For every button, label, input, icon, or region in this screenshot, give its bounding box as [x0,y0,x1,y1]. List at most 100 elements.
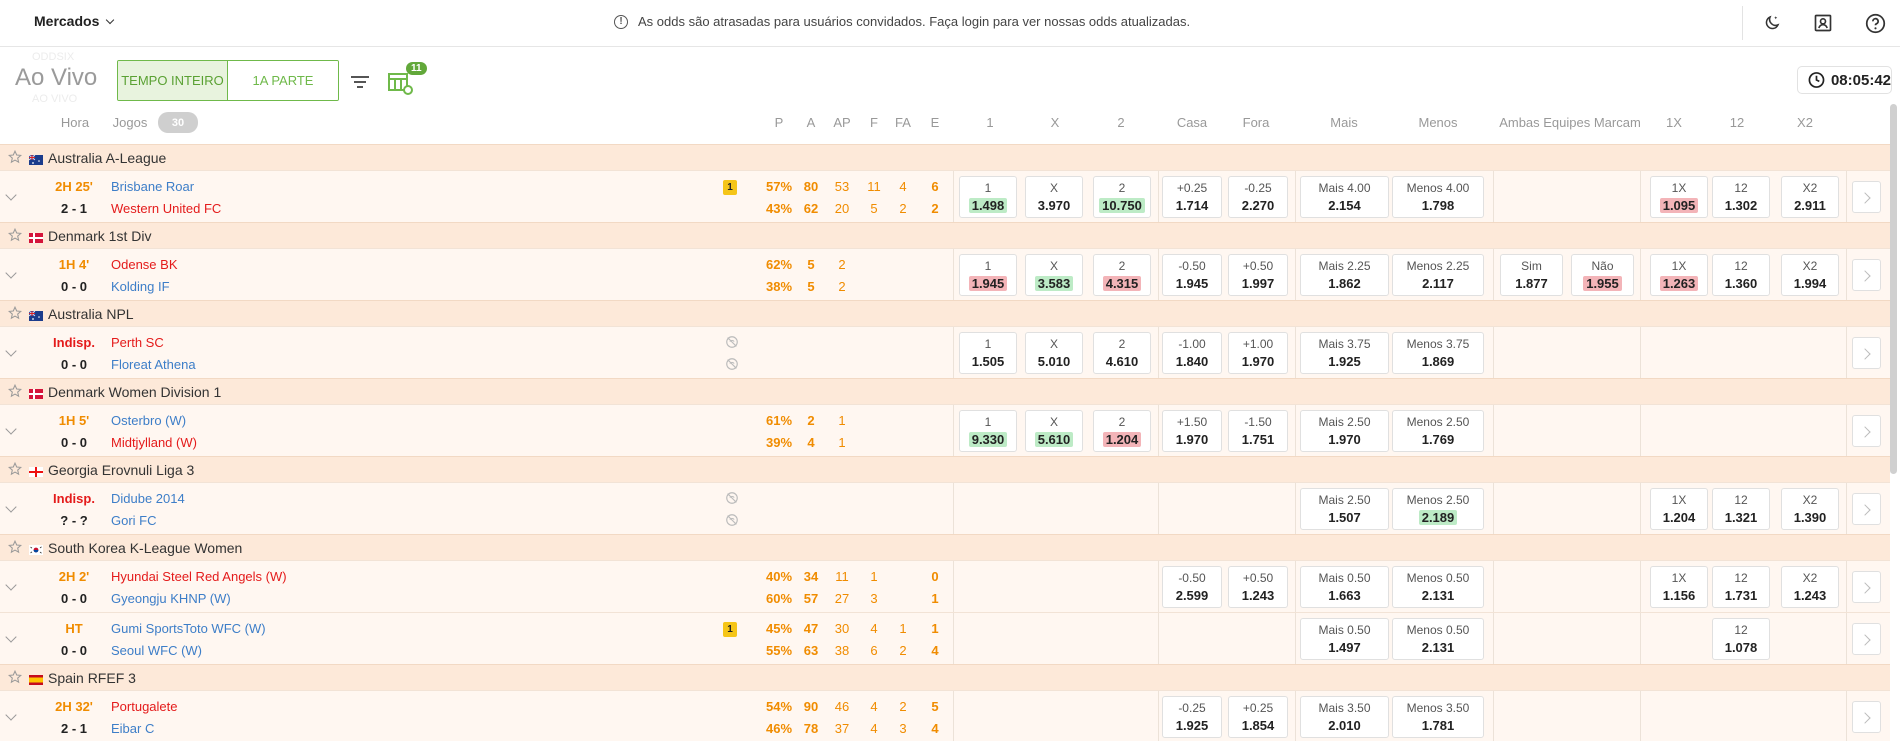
col-stat-fa[interactable]: FA [887,115,919,130]
odds-button-1x2[interactable]: 1 1.505 [959,332,1017,374]
odds-button-ou[interactable]: Mais 0.50 1.663 [1300,566,1389,608]
odds-button-dc[interactable]: 1X 1.204 [1650,488,1708,530]
away-team[interactable]: Western United FC [111,201,221,216]
odds-button-1x2[interactable]: 2 4.610 [1093,332,1151,374]
away-team[interactable]: Gori FC [111,513,157,528]
odds-button-1x2[interactable]: 2 10.750 [1093,176,1151,218]
expand-chevron-icon[interactable] [5,711,19,723]
full-time-tab[interactable]: TEMPO INTEIRO [118,61,228,100]
col-stat-ap[interactable]: AP [826,115,858,130]
col-jogos[interactable]: Jogos [110,115,150,130]
odds-button-dc[interactable]: 1X 1.095 [1650,176,1708,218]
odds-button-dc[interactable]: 1X 1.156 [1650,566,1708,608]
expand-chevron-icon[interactable] [5,581,19,593]
odds-button-ah[interactable]: +0.25 1.854 [1228,696,1288,738]
more-markets-button[interactable] [1852,493,1881,525]
odds-button-ah[interactable]: +0.25 1.714 [1162,176,1222,218]
help-icon[interactable] [1864,12,1886,34]
expand-chevron-icon[interactable] [5,503,19,515]
col-odds-6[interactable]: Menos [1392,115,1484,130]
more-markets-button[interactable] [1852,337,1881,369]
home-team[interactable]: Brisbane Roar [111,179,194,194]
col-hora[interactable]: Hora [60,115,90,130]
odds-button-1x2[interactable]: 1 1.498 [959,176,1017,218]
odds-button-1x2[interactable]: X 5.610 [1025,410,1083,452]
odds-button-ah[interactable]: -0.25 1.925 [1162,696,1222,738]
col-stat-p[interactable]: P [763,115,795,130]
odds-button-dc[interactable]: 12 1.360 [1712,254,1770,296]
odds-button-dc[interactable]: X2 1.390 [1781,488,1839,530]
odds-button-dc[interactable]: 12 1.321 [1712,488,1770,530]
col-stat-a[interactable]: A [795,115,827,130]
odds-button-1x2[interactable]: 2 1.204 [1093,410,1151,452]
odds-button-ou[interactable]: Mais 2.50 1.507 [1300,488,1389,530]
col-odds-1[interactable]: X [1027,115,1083,130]
odds-button-ou[interactable]: Mais 0.50 1.497 [1300,618,1389,660]
odds-button-ou[interactable]: Menos 2.50 2.189 [1392,488,1484,530]
away-team[interactable]: Floreat Athena [111,357,196,372]
odds-button-ah[interactable]: -0.25 2.270 [1228,176,1288,218]
odds-button-ah[interactable]: -0.50 2.599 [1162,566,1222,608]
expand-chevron-icon[interactable] [5,269,19,281]
home-team[interactable]: Odense BK [111,257,178,272]
scrollbar[interactable] [1890,104,1897,474]
star-icon[interactable] [7,149,23,164]
odds-button-ah[interactable]: -1.50 1.751 [1228,410,1288,452]
col-odds-10[interactable]: X2 [1781,115,1829,130]
filter-icon[interactable] [350,73,370,91]
odds-button-ou[interactable]: Mais 3.50 2.010 [1300,696,1389,738]
odds-button-ou[interactable]: Menos 3.75 1.869 [1392,332,1484,374]
home-team[interactable]: Hyundai Steel Red Angels (W) [111,569,287,584]
odds-button-ah[interactable]: +1.00 1.970 [1228,332,1288,374]
odds-button-1x2[interactable]: X 3.970 [1025,176,1083,218]
expand-chevron-icon[interactable] [5,347,19,359]
expand-chevron-icon[interactable] [5,425,19,437]
account-icon[interactable] [1812,12,1834,34]
odds-button-ou[interactable]: Menos 4.00 1.798 [1392,176,1484,218]
more-markets-button[interactable] [1852,623,1881,655]
home-team[interactable]: Osterbro (W) [111,413,186,428]
star-icon[interactable] [7,461,23,476]
league-name[interactable]: Denmark 1st Div [48,228,151,244]
league-name[interactable]: South Korea K-League Women [48,540,242,556]
away-team[interactable]: Gyeongju KHNP (W) [111,591,231,606]
odds-button-dc[interactable]: 12 1.078 [1712,618,1770,660]
odds-button-btts[interactable]: Não 1.955 [1571,254,1634,296]
league-name[interactable]: Australia A-League [48,150,166,166]
home-team[interactable]: Portugalete [111,699,178,714]
expand-chevron-icon[interactable] [5,633,19,645]
odds-button-dc[interactable]: X2 1.994 [1781,254,1839,296]
away-team[interactable]: Seoul WFC (W) [111,643,202,658]
col-odds-5[interactable]: Mais [1300,115,1388,130]
star-icon[interactable] [7,383,23,398]
odds-button-ah[interactable]: -0.50 1.945 [1162,254,1222,296]
home-team[interactable]: Didube 2014 [111,491,185,506]
league-name[interactable]: Spain RFEF 3 [48,670,136,686]
home-team[interactable]: Gumi SportsToto WFC (W) [111,621,266,636]
odds-button-dc[interactable]: X2 2.911 [1781,176,1839,218]
odds-button-ou[interactable]: Menos 2.25 2.117 [1392,254,1484,296]
first-half-tab[interactable]: 1A PARTE [228,61,338,100]
more-markets-button[interactable] [1852,415,1881,447]
odds-button-dc[interactable]: 1X 1.263 [1650,254,1708,296]
odds-button-1x2[interactable]: X 5.010 [1025,332,1083,374]
odds-button-btts[interactable]: Sim 1.877 [1500,254,1563,296]
odds-button-1x2[interactable]: 1 9.330 [959,410,1017,452]
col-odds-0[interactable]: 1 [960,115,1020,130]
home-team[interactable]: Perth SC [111,335,164,350]
odds-button-ah[interactable]: +1.50 1.970 [1162,410,1222,452]
league-name[interactable]: Denmark Women Division 1 [48,384,221,400]
col-odds-4[interactable]: Fora [1228,115,1284,130]
odds-button-ah[interactable]: +0.50 1.997 [1228,254,1288,296]
odds-button-1x2[interactable]: 2 4.315 [1093,254,1151,296]
odds-button-ou[interactable]: Menos 3.50 1.781 [1392,696,1484,738]
col-stat-e[interactable]: E [919,115,951,130]
odds-button-1x2[interactable]: X 3.583 [1025,254,1083,296]
odds-button-dc[interactable]: 12 1.302 [1712,176,1770,218]
odds-button-ou[interactable]: Mais 3.75 1.925 [1300,332,1389,374]
col-odds-9[interactable]: 12 [1713,115,1761,130]
markets-dropdown[interactable]: Mercados [34,13,115,29]
expand-chevron-icon[interactable] [5,191,19,203]
col-odds-2[interactable]: 2 [1093,115,1149,130]
more-markets-button[interactable] [1852,259,1881,291]
